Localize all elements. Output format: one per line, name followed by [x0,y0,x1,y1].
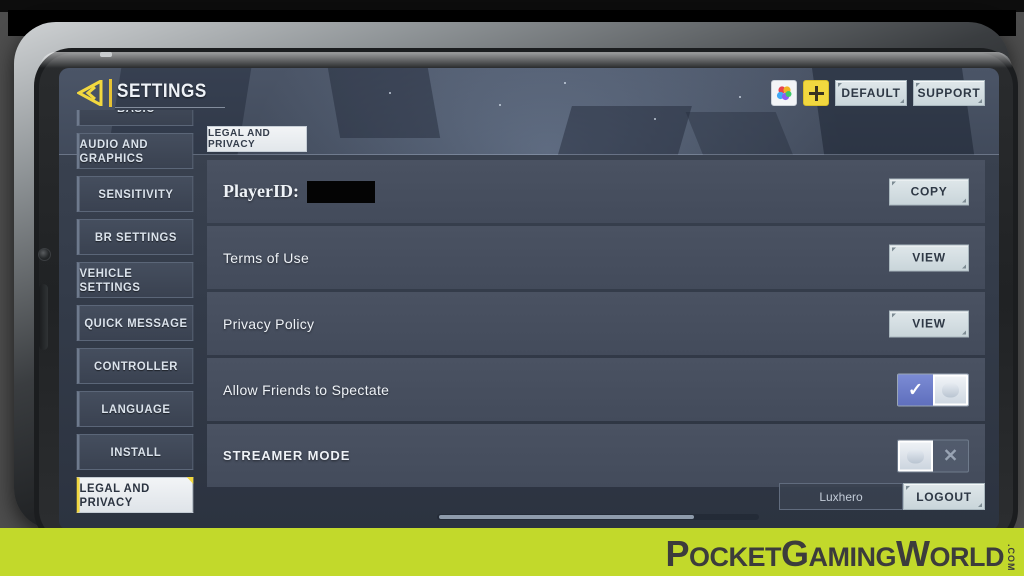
sidebar-item-vehicle-settings[interactable]: VEHICLE SETTINGS [76,262,194,298]
row-label: Terms of Use [223,249,310,266]
sidebar-item-install[interactable]: INSTALL [76,434,194,470]
view-privacy-button[interactable]: VIEW [889,310,969,337]
back-arrow-icon[interactable] [75,78,105,108]
toggle-knob [898,440,933,471]
knob-dot-icon [942,382,959,397]
sidebar-item-label: VEHICLE SETTINGS [79,266,141,294]
row-control: ✓ [897,373,969,406]
horizontal-scrollbar[interactable] [437,514,759,520]
watermark-text: P OCKET G AMING W ORLD [665,536,1004,572]
background-star [654,118,656,120]
sidebar-item-language[interactable]: LANGUAGE [76,391,194,427]
settings-content: LEGAL AND PRIVACY PlayerID: COPY Terms o… [207,126,985,520]
check-icon: ✓ [907,379,924,400]
username-display: Luxhero [779,483,903,510]
sidebar-item-sensitivity[interactable]: SENSITIVITY [76,176,194,212]
row-control: ✕ [897,439,969,472]
watermark-tld: .COM [1006,543,1016,572]
camera-lens-icon [38,248,51,261]
palette-icon[interactable] [771,80,797,106]
sidebar-item-basic[interactable]: BASIC [76,110,194,126]
row-privacy-policy: Privacy Policy VIEW [207,292,985,355]
game-screen: SETTINGS DEFAULT SUPPORT AUDIO AND GRAPH… [59,68,999,530]
row-label: PlayerID: [223,181,299,201]
toggle-knob [933,374,968,405]
settings-sidebar: BASIC AUDIO AND GRAPHICS SENSITIVITY BR … [73,110,197,520]
sidebar-item-label: AUDIO AND GRAPHICS [79,137,149,165]
row-player-id: PlayerID: COPY [207,160,985,223]
settings-rows: PlayerID: COPY Terms of Use VIEW Privacy… [207,160,985,487]
row-control: VIEW [889,310,969,337]
watermark-aming: AMING [808,542,897,572]
view-terms-button[interactable]: VIEW [889,244,969,271]
row-label: Allow Friends to Spectate [223,381,390,398]
sidebar-item-br-settings[interactable]: BR SETTINGS [76,219,194,255]
speaker-notch-icon [100,52,112,57]
toggle-cross-side: ✕ [933,440,968,471]
copy-button[interactable]: COPY [889,178,969,205]
plus-glyph-icon [808,85,824,101]
row-streamer-mode: STREAMER MODE ✕ [207,424,985,487]
sidebar-item-legal-and-privacy[interactable]: LEGAL AND PRIVACY [76,477,194,513]
page-title: SETTINGS [117,81,207,102]
knob-dot-icon [907,448,924,463]
sidebar-item-quick-message[interactable]: QUICK MESSAGE [76,305,194,341]
row-terms-of-use: Terms of Use VIEW [207,226,985,289]
sidebar-item-label: LEGAL AND PRIVACY [79,481,150,509]
row-allow-friends-to-spectate: Allow Friends to Spectate ✓ [207,358,985,421]
watermark-band: P OCKET G AMING W ORLD .COM [0,528,1024,576]
title-underline [115,107,225,108]
row-label: STREAMER MODE [223,448,351,463]
sidebar-item-label: QUICK MESSAGE [84,316,188,330]
sidebar-item-label: SENSITIVITY [98,187,174,201]
row-control: VIEW [889,244,969,271]
title-divider [109,79,112,107]
sidebar-item-label: CONTROLLER [93,359,178,373]
add-icon[interactable] [803,80,829,106]
support-button[interactable]: SUPPORT [913,80,985,106]
close-icon: ✕ [942,445,959,466]
allow-spectate-toggle[interactable]: ✓ [897,373,969,406]
phone-bezel-outer: SETTINGS DEFAULT SUPPORT AUDIO AND GRAPH… [14,22,1018,548]
logout-button[interactable]: LOGOUT [903,483,985,510]
account-bar: Luxhero LOGOUT [779,483,985,510]
sidebar-item-label: BR SETTINGS [94,230,177,244]
phone-side-button[interactable] [39,284,48,350]
sidebar-item-controller[interactable]: CONTROLLER [76,348,194,384]
streamer-mode-toggle[interactable]: ✕ [897,439,969,472]
watermark-orld: ORLD [929,542,1005,572]
toggle-check-side: ✓ [898,374,933,405]
row-label: Privacy Policy [223,315,315,332]
sidebar-item-audio-and-graphics[interactable]: AUDIO AND GRAPHICS [76,133,194,169]
row-control: COPY [889,178,969,205]
header-actions: DEFAULT SUPPORT [771,80,985,106]
sidebar-list: BASIC AUDIO AND GRAPHICS SENSITIVITY BR … [73,110,197,520]
watermark-w: W [896,533,930,574]
sidebar-item-label: INSTALL [110,445,162,459]
screenshot-root: SETTINGS DEFAULT SUPPORT AUDIO AND GRAPH… [0,0,1024,576]
sidebar-item-label: LANGUAGE [101,402,171,416]
watermark-g: G [781,533,809,574]
watermark-logo: P OCKET G AMING W ORLD .COM [665,536,1016,572]
watermark-p: P [665,533,689,574]
watermark-ocket: OCKET [689,542,782,572]
scrollbar-thumb[interactable] [439,515,694,519]
default-button[interactable]: DEFAULT [835,80,907,106]
player-id-redacted-value [306,180,375,203]
sidebar-item-label: BASIC [117,110,155,115]
screen-header: SETTINGS DEFAULT SUPPORT [59,68,999,116]
tab-legal-and-privacy[interactable]: LEGAL AND PRIVACY [207,126,307,152]
